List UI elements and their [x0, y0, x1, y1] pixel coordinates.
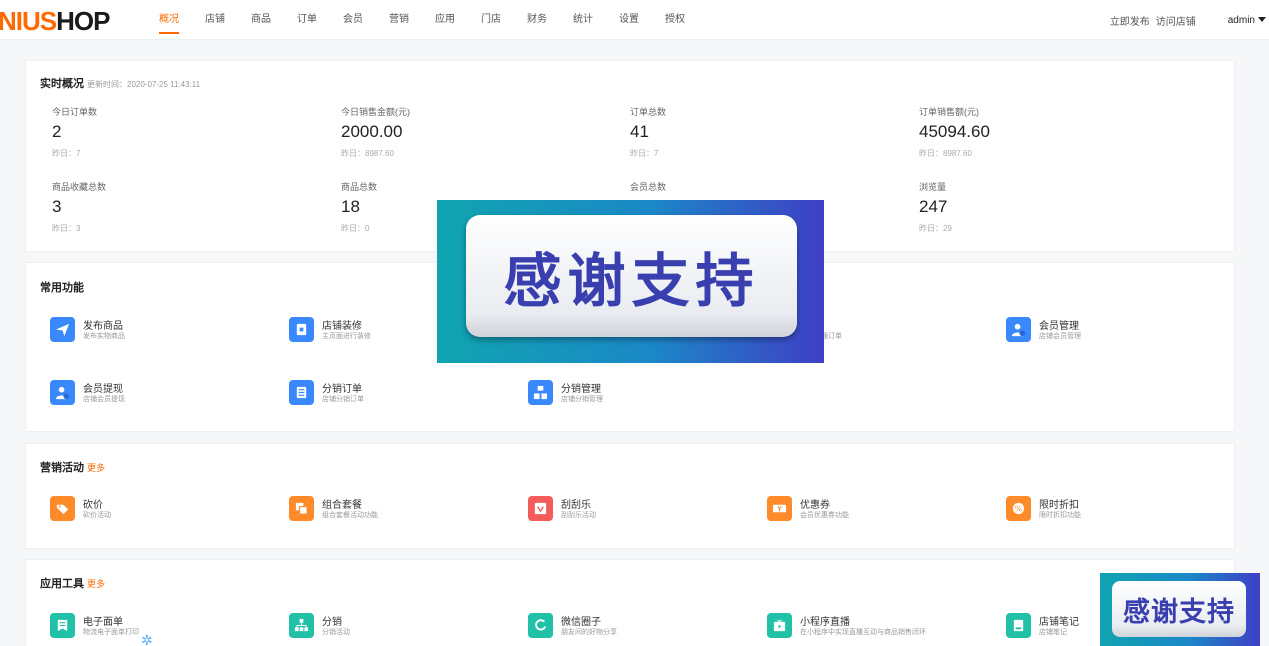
marketing-title: 营销活动 更多: [40, 462, 106, 474]
paper-plane-icon: [50, 317, 75, 342]
tile-member-manage[interactable]: 会员管理 店铺会员管理: [1006, 315, 1226, 345]
tile-fenxiao[interactable]: 分销 分销活动: [289, 611, 509, 641]
tile-distribution-manage[interactable]: 分销管理 店铺分销管理: [528, 378, 748, 408]
marketing-more-link[interactable]: 更多: [87, 463, 105, 473]
user-menu[interactable]: admin: [1222, 15, 1266, 26]
nav-item-goods[interactable]: 商品: [251, 0, 271, 40]
stat-page-views: 浏览量 247 昨日：29: [919, 182, 952, 233]
stat-total-orders: 订单总数 41 昨日：7: [630, 107, 667, 158]
nav-item-store[interactable]: 店铺: [205, 0, 225, 40]
caret-down-icon: [1258, 17, 1266, 23]
stat-members-total: 会员总数: [630, 182, 667, 192]
overview-title: 实时概况 更新时间：2020-07-25 11:43:11: [40, 78, 201, 90]
bundle-icon: [289, 496, 314, 521]
tools-panel: 应用工具 更多 电子面单 物流电子面单打印 分销 分销活动 微信圈子 朋友间的好物分享 …: [25, 559, 1235, 646]
tile-publish-goods[interactable]: 发布商品 发布实物商品: [50, 315, 270, 345]
tools-title: 应用工具 更多: [40, 578, 106, 590]
tile-limited-discount[interactable]: % 限时折扣 限时折扣功能: [1006, 494, 1226, 524]
withdraw-icon: [50, 380, 75, 405]
update-time: 更新时间：2020-07-25 11:43:11: [87, 80, 201, 89]
distribution-icon: [528, 380, 553, 405]
svg-text:%: %: [1015, 504, 1022, 513]
thanks-card: 感谢支持: [466, 215, 797, 337]
tile-bundle[interactable]: 组合套餐 组合套餐活动功能: [289, 494, 509, 524]
notes-icon: [1006, 613, 1031, 638]
nav-item-stats[interactable]: 统计: [573, 0, 593, 40]
nav-item-settings[interactable]: 设置: [619, 0, 639, 40]
tile-wechat-circle[interactable]: 微信圈子 朋友间的好物分享: [528, 611, 748, 641]
top-bar: NIUSHOP 概况 店铺 商品 订单 会员 营销 应用 门店 财务 统计 设置…: [0, 0, 1269, 40]
nav-item-apps[interactable]: 应用: [435, 0, 455, 40]
discount-icon: %: [1006, 496, 1031, 521]
decorate-icon: [289, 317, 314, 342]
list-icon: [289, 380, 314, 405]
thanks-overlay-small: 感谢支持: [1100, 573, 1260, 646]
bargain-icon: [50, 496, 75, 521]
user-name: admin: [1227, 14, 1255, 26]
scratch-icon: [528, 496, 553, 521]
header-actions: 立即发布 访问店铺 admin: [1104, 0, 1266, 40]
stat-today-sales: 今日销售金额(元) 2000.00 昨日：8987.60: [341, 107, 410, 158]
nav-item-orders[interactable]: 订单: [297, 0, 317, 40]
fenxiao-icon: [289, 613, 314, 638]
logo[interactable]: NIUSHOP: [0, 6, 110, 37]
thanks-card-small: 感谢支持: [1112, 581, 1246, 637]
thanks-text-small: 感谢支持: [1123, 596, 1235, 628]
stat-favorites: 商品收藏总数 3 昨日：3: [52, 182, 107, 233]
main-nav: 概况 店铺 商品 订单 会员 营销 应用 门店 财务 统计 设置 授权: [159, 0, 711, 40]
tile-member-withdraw[interactable]: 会员提现 店铺会员提现: [50, 378, 270, 408]
member-icon: [1006, 317, 1031, 342]
stat-order-sales: 订单销售额(元) 45094.60 昨日：8987.60: [919, 107, 990, 158]
visit-store-link[interactable]: 访问店铺: [1156, 13, 1196, 28]
tile-distribution-orders[interactable]: 分销订单 店铺分销订单: [289, 378, 509, 408]
tile-scratch-card[interactable]: 刮刮乐 刮刮乐活动: [528, 494, 748, 524]
thanks-text: 感谢支持: [503, 247, 760, 315]
coupon-icon: [767, 496, 792, 521]
nav-item-finance[interactable]: 财务: [527, 0, 547, 40]
nav-item-license[interactable]: 授权: [665, 0, 685, 40]
nav-item-members[interactable]: 会员: [343, 0, 363, 40]
tile-coupon[interactable]: 优惠券 会员优惠券功能: [767, 494, 987, 524]
nav-item-overview[interactable]: 概况: [159, 0, 179, 40]
circle-icon: [528, 613, 553, 638]
tile-mini-program-live[interactable]: 小程序直播 在小程序中实现直播互动与商品销售闭环: [767, 611, 987, 641]
tile-waybill[interactable]: 电子面单 物流电子面单打印: [50, 611, 270, 641]
nav-item-marketing[interactable]: 营销: [389, 0, 409, 40]
tools-more-link[interactable]: 更多: [87, 579, 105, 589]
marketing-panel: 营销活动 更多 砍价 砍价活动 组合套餐 组合套餐活动功能 刮刮乐 刮刮乐活动 优惠券会…: [25, 443, 1235, 549]
nav-item-stores[interactable]: 门店: [481, 0, 501, 40]
thanks-overlay-large: 感谢支持: [437, 200, 824, 363]
sparkle-icon: ✲: [141, 632, 153, 646]
publish-link[interactable]: 立即发布: [1110, 13, 1150, 28]
common-functions-title: 常用功能: [40, 282, 84, 294]
waybill-icon: [50, 613, 75, 638]
stat-today-orders: 今日订单数 2 昨日：7: [52, 107, 98, 158]
tile-bargain[interactable]: 砍价 砍价活动: [50, 494, 270, 524]
live-icon: [767, 613, 792, 638]
